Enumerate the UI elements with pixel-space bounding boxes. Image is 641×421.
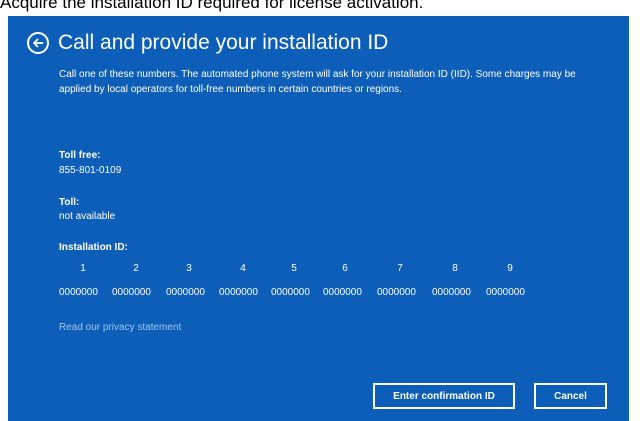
iid-group-number: 9 bbox=[507, 263, 513, 274]
iid-group-number: 2 bbox=[133, 263, 139, 274]
iid-block: 0000000 bbox=[219, 287, 258, 298]
caption: Acquire the installation ID required for… bbox=[0, 0, 424, 12]
iid-block: 0000000 bbox=[271, 287, 310, 298]
toll-free-number: 855-801-0109 bbox=[59, 165, 122, 176]
cancel-button[interactable]: Cancel bbox=[534, 383, 607, 409]
enter-confirmation-id-button[interactable]: Enter confirmation ID bbox=[373, 383, 515, 409]
iid-group-number: 6 bbox=[342, 263, 348, 274]
instructions-text: Call one of these numbers. The automated… bbox=[59, 69, 576, 95]
iid-block: 0000000 bbox=[59, 287, 98, 298]
iid-group-number: 3 bbox=[186, 263, 192, 274]
back-arrow-circle-icon[interactable] bbox=[27, 32, 49, 54]
page-title: Call and provide your installation ID bbox=[58, 31, 389, 54]
iid-group-number: 5 bbox=[291, 263, 297, 274]
toll-free-label: Toll free: bbox=[59, 150, 101, 161]
iid-block: 0000000 bbox=[432, 287, 471, 298]
toll-number: not available bbox=[59, 211, 116, 222]
iid-block: 0000000 bbox=[166, 287, 205, 298]
iid-block: 0000000 bbox=[377, 287, 416, 298]
installation-id-label: Installation ID: bbox=[59, 242, 128, 253]
iid-group-number: 7 bbox=[397, 263, 403, 274]
iid-block: 0000000 bbox=[323, 287, 362, 298]
privacy-statement-link[interactable]: Read our privacy statement bbox=[59, 322, 181, 333]
iid-group-number: 1 bbox=[80, 263, 86, 274]
toll-label: Toll: bbox=[59, 197, 80, 208]
iid-block: 0000000 bbox=[112, 287, 151, 298]
iid-block: 0000000 bbox=[486, 287, 525, 298]
installation-id-grid: 1 2 3 4 5 6 7 8 9 0000000 0000000 000000… bbox=[59, 263, 559, 303]
dialog-header: Call and provide your installation ID bbox=[27, 29, 388, 57]
iid-group-number: 8 bbox=[452, 263, 458, 274]
iid-group-number: 4 bbox=[240, 263, 246, 274]
activation-dialog: Call and provide your installation ID Ca… bbox=[8, 16, 629, 421]
